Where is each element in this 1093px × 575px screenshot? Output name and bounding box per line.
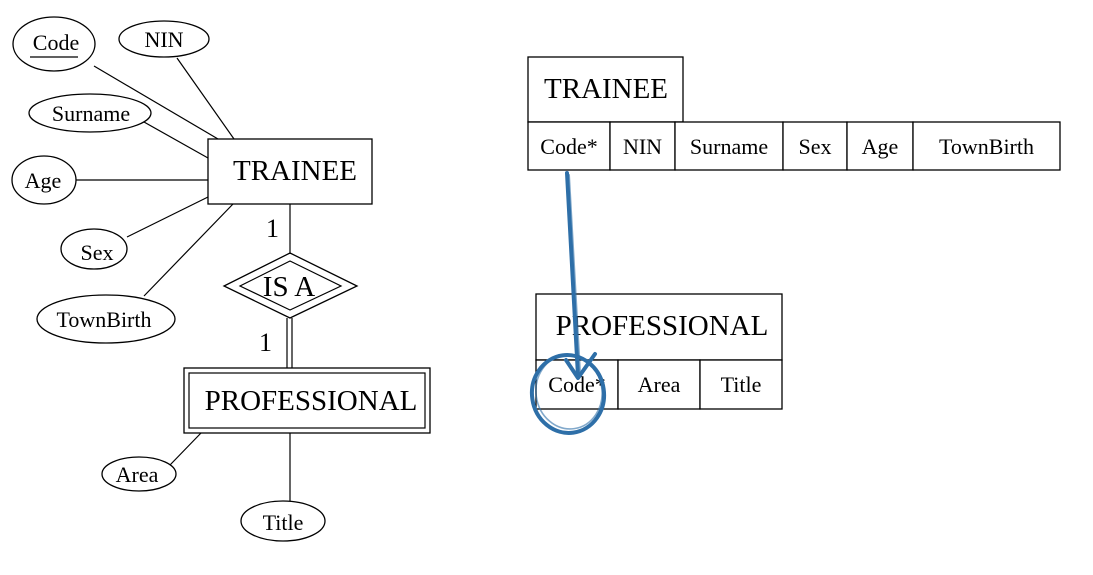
column-name: Surname xyxy=(690,134,768,159)
attribute-surname: Surname xyxy=(28,93,152,133)
cardinality-professional: 1 xyxy=(259,328,272,357)
cardinality-trainee: 1 xyxy=(266,214,279,243)
connector-nin xyxy=(176,57,235,140)
attribute-townbirth: TownBirth xyxy=(36,294,176,344)
attribute-nin: NIN xyxy=(118,20,210,58)
table-name: PROFESSIONAL xyxy=(556,310,769,342)
attribute-label: Area xyxy=(116,462,159,487)
relationship-isa: IS A xyxy=(222,252,359,319)
attribute-label: TownBirth xyxy=(56,307,151,332)
er-diagram: Code NIN Surname Age Sex TownBirth TRAIN… xyxy=(11,16,431,542)
connector-area xyxy=(169,432,202,466)
attribute-title: Title xyxy=(240,500,326,542)
column-name: Code* xyxy=(540,134,597,159)
attribute-label: Surname xyxy=(52,101,130,126)
attribute-label: Sex xyxy=(81,240,114,265)
table-name: TRAINEE xyxy=(544,73,668,105)
table-columns: Code* NIN Surname Sex Age TownBirth xyxy=(527,121,1061,171)
column-name: NIN xyxy=(623,134,662,159)
attribute-label: Age xyxy=(25,168,62,193)
connector-sex xyxy=(126,196,209,238)
column-name: Age xyxy=(862,134,899,159)
column-name: Sex xyxy=(799,134,832,159)
entity-professional: PROFESSIONAL xyxy=(183,367,431,434)
entity-label: PROFESSIONAL xyxy=(205,385,418,417)
connector-townbirth xyxy=(143,203,234,297)
attribute-label: Title xyxy=(263,510,304,535)
attribute-label: Code xyxy=(33,30,79,55)
attribute-label: NIN xyxy=(144,27,183,52)
entity-trainee: TRAINEE xyxy=(207,138,373,205)
diagram-canvas: Code NIN Surname Age Sex TownBirth TRAIN… xyxy=(11,16,1061,542)
column-name: TownBirth xyxy=(939,134,1034,159)
entity-label: TRAINEE xyxy=(233,155,357,187)
attribute-age: Age xyxy=(11,155,77,205)
attribute-area: Area xyxy=(101,456,177,492)
attribute-code: Code xyxy=(12,16,96,72)
attribute-sex: Sex xyxy=(60,228,128,270)
relationship-label: IS A xyxy=(263,271,315,303)
column-name: Area xyxy=(638,372,681,397)
column-name: Title xyxy=(721,372,762,397)
table-trainee: TRAINEE Code* NIN Surname Sex Age TownBirth xyxy=(527,56,1061,171)
relational-schema: TRAINEE Code* NIN Surname Sex Age TownBirth P… xyxy=(527,56,1061,435)
